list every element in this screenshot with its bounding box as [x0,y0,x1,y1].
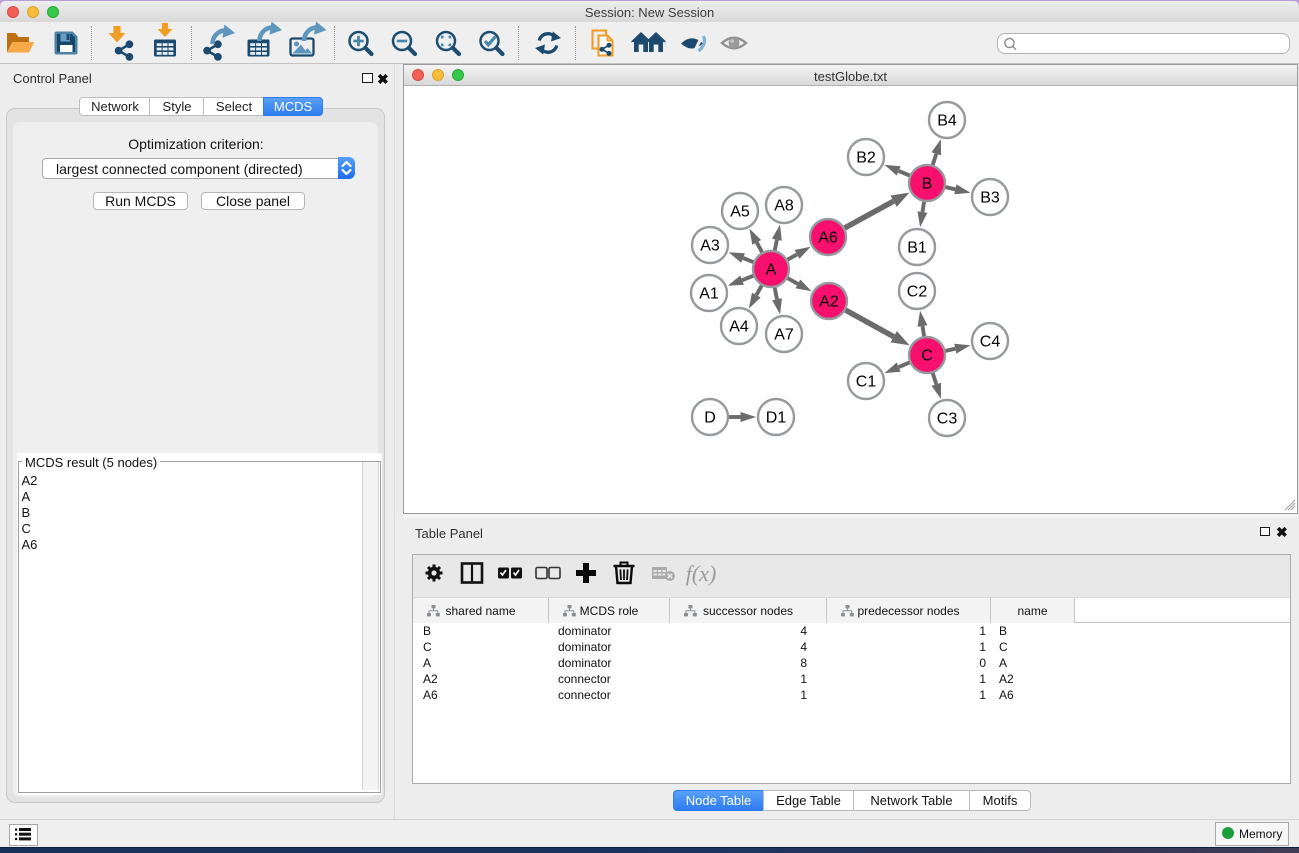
svg-text:C2: C2 [907,284,928,301]
svg-text:A: A [766,262,777,279]
svg-text:A3: A3 [700,238,720,255]
svg-text:D: D [704,410,716,427]
svg-text:A1: A1 [699,286,719,303]
svg-text:A4: A4 [729,319,749,336]
svg-text:C1: C1 [856,374,877,391]
svg-text:B4: B4 [937,113,957,130]
svg-text:f(x): f(x) [686,561,717,586]
svg-text:B1: B1 [907,240,927,257]
svg-text:B: B [922,176,933,193]
svg-text:A8: A8 [774,198,794,215]
svg-text:C3: C3 [937,411,958,428]
svg-text:C: C [921,348,933,365]
svg-text:C4: C4 [980,334,1001,351]
svg-text:A7: A7 [774,327,794,344]
svg-text:A2: A2 [819,294,839,311]
svg-text:B3: B3 [980,190,1000,207]
svg-text:A5: A5 [730,204,750,221]
svg-text:A6: A6 [818,230,838,247]
svg-text:D1: D1 [766,410,787,427]
svg-text:B2: B2 [856,150,876,167]
